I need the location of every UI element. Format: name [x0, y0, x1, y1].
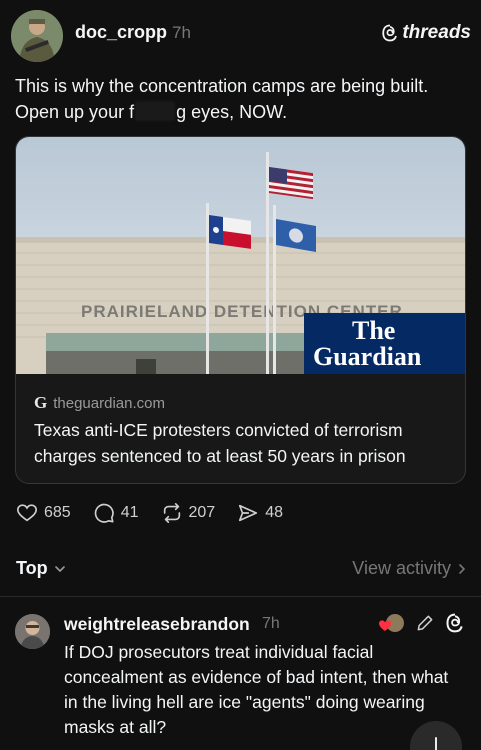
repost-count: 207: [188, 504, 216, 521]
like-button[interactable]: 685: [16, 502, 71, 524]
share-button[interactable]: 48: [237, 502, 283, 524]
threads-logo-icon[interactable]: [445, 613, 465, 633]
link-title: Texas anti-ICE protesters convicted of t…: [34, 420, 406, 466]
chevron-right-icon: [459, 563, 466, 574]
comment-count: 41: [120, 504, 139, 521]
sort-label: Top: [16, 558, 48, 578]
threads-wordmark: threads: [402, 22, 471, 43]
post-timestamp: 7h: [172, 23, 191, 42]
guardian-logo-line2: Guardian: [313, 342, 422, 371]
comment-button[interactable]: 41: [93, 502, 139, 524]
post-text: This is why the concentration camps are …: [15, 73, 470, 125]
repost-button[interactable]: 207: [161, 502, 216, 524]
view-activity-label: View activity: [352, 558, 451, 578]
post-username[interactable]: doc_cropp: [75, 22, 167, 43]
guardian-logo-line1: The: [352, 316, 395, 345]
reply-text: If DOJ prosecutors treat individual faci…: [64, 642, 449, 737]
comment-icon: [94, 503, 114, 523]
share-icon: [239, 504, 258, 522]
liked-by-author-icon[interactable]: [379, 612, 405, 634]
article-image: PRAIRIELAND DETENTION CENTER The Guardia…: [16, 137, 465, 374]
avatar[interactable]: [11, 10, 63, 62]
post-header: doc_cropp 7h threads: [11, 10, 471, 62]
link-preview-card[interactable]: PRAIRIELAND DETENTION CENTER The Guardia…: [15, 136, 466, 484]
post-actions: 685 41 207 48: [16, 502, 305, 524]
share-count: 48: [265, 504, 283, 521]
reply-icons: [379, 612, 465, 634]
censor-mark: [135, 101, 176, 121]
chevron-down-icon: [54, 565, 65, 572]
link-source: G theguardian.com: [34, 393, 165, 413]
threads-logo-icon: [382, 24, 398, 42]
reply-username[interactable]: weightreleasebrandon: [64, 614, 250, 635]
sort-dropdown[interactable]: Top: [16, 558, 66, 579]
reply-avatar[interactable]: [15, 614, 50, 649]
view-activity-link[interactable]: View activity: [352, 558, 467, 579]
heart-icon: [17, 504, 37, 522]
edit-icon[interactable]: [415, 613, 435, 633]
reply-timestamp: 7h: [262, 615, 280, 632]
section-divider: [0, 596, 481, 597]
repost-icon: [163, 503, 180, 523]
like-count: 685: [44, 504, 71, 521]
link-domain: theguardian.com: [53, 394, 165, 412]
post-text-part2: g eyes, NOW.: [176, 102, 288, 122]
threads-brand: threads: [381, 22, 471, 44]
guardian-favicon-icon: G: [34, 393, 48, 412]
